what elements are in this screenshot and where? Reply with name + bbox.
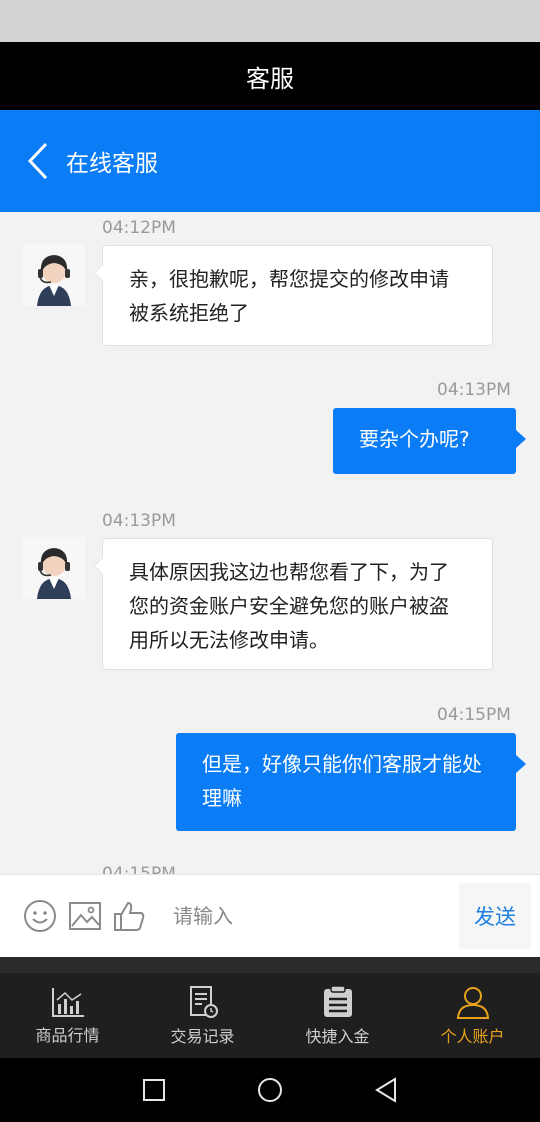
- tab-quick-deposit[interactable]: 快捷入金: [270, 973, 405, 1058]
- tabbar-divider: [0, 957, 540, 973]
- message-timestamp: 04:13PM: [437, 380, 511, 400]
- message-text: 亲，很抱歉呢，帮您提交的修改申请被系统拒绝了: [129, 267, 449, 325]
- message-text: 具体原因我这边也帮您看了下，为了您的资金账户安全避免您的账户被盗用所以无法修改申…: [129, 560, 449, 652]
- message-composer: 发送: [0, 874, 540, 957]
- incoming-message-bubble: 亲，很抱歉呢，帮您提交的修改申请被系统拒绝了: [94, 245, 493, 346]
- clipboard-icon: [323, 984, 352, 1017]
- user-icon: [456, 986, 489, 1019]
- system-navigation-bar: [0, 1058, 540, 1122]
- outgoing-message-bubble: 要杂个办呢?: [333, 408, 526, 474]
- message-timestamp: 04:12PM: [102, 218, 176, 238]
- back-button[interactable]: [8, 110, 68, 212]
- bottom-tab-bar: 商品行情 交易记录 快捷入金 个人账户: [0, 973, 540, 1058]
- chevron-left-icon: [27, 142, 48, 180]
- image-icon[interactable]: [68, 899, 102, 933]
- thumbs-up-icon[interactable]: [112, 899, 146, 933]
- emoji-icon[interactable]: [23, 899, 57, 933]
- message-timestamp: 04:15PM: [437, 705, 511, 725]
- incoming-message-bubble: 具体原因我这边也帮您看了下，为了您的资金账户安全避免您的账户被盗用所以无法修改申…: [94, 538, 493, 670]
- recent-apps-button[interactable]: [138, 1074, 170, 1106]
- square-icon: [143, 1079, 165, 1101]
- tab-market[interactable]: 商品行情: [0, 973, 135, 1058]
- outgoing-message-bubble: 但是，好像只能你们客服才能处理嘛: [176, 733, 526, 831]
- chat-area[interactable]: 04:12PM 亲，很抱歉呢，帮您提交的修改申请被系统拒绝了 04:13PM 要…: [0, 212, 540, 874]
- home-button[interactable]: [254, 1074, 286, 1106]
- chart-icon: [51, 987, 84, 1017]
- message-timestamp: 04:15PM: [102, 864, 176, 874]
- tab-label: 个人账户: [440, 1026, 505, 1046]
- window-title-text: 客服: [246, 64, 294, 93]
- status-bar: [0, 0, 540, 42]
- send-button-label: 发送: [474, 905, 516, 929]
- tab-label: 快捷入金: [305, 1026, 370, 1046]
- message-timestamp: 04:13PM: [102, 511, 176, 531]
- send-button[interactable]: 发送: [459, 883, 531, 949]
- message-input[interactable]: [157, 883, 457, 949]
- message-text: 要杂个办呢?: [359, 427, 470, 451]
- back-nav-button[interactable]: [370, 1074, 402, 1106]
- tab-label: 交易记录: [170, 1026, 235, 1046]
- agent-avatar: [23, 537, 85, 599]
- triangle-back-icon: [375, 1077, 396, 1103]
- tab-personal-account[interactable]: 个人账户: [405, 973, 540, 1058]
- window-title: 客服: [0, 42, 540, 110]
- tab-label: 商品行情: [35, 1025, 100, 1045]
- tab-records[interactable]: 交易记录: [135, 973, 270, 1058]
- agent-avatar: [23, 244, 85, 306]
- record-icon: [189, 985, 218, 1018]
- nav-bar: 在线客服: [0, 110, 540, 212]
- message-text: 但是，好像只能你们客服才能处理嘛: [202, 752, 482, 810]
- circle-icon: [258, 1078, 282, 1102]
- page-title: 在线客服: [66, 151, 158, 177]
